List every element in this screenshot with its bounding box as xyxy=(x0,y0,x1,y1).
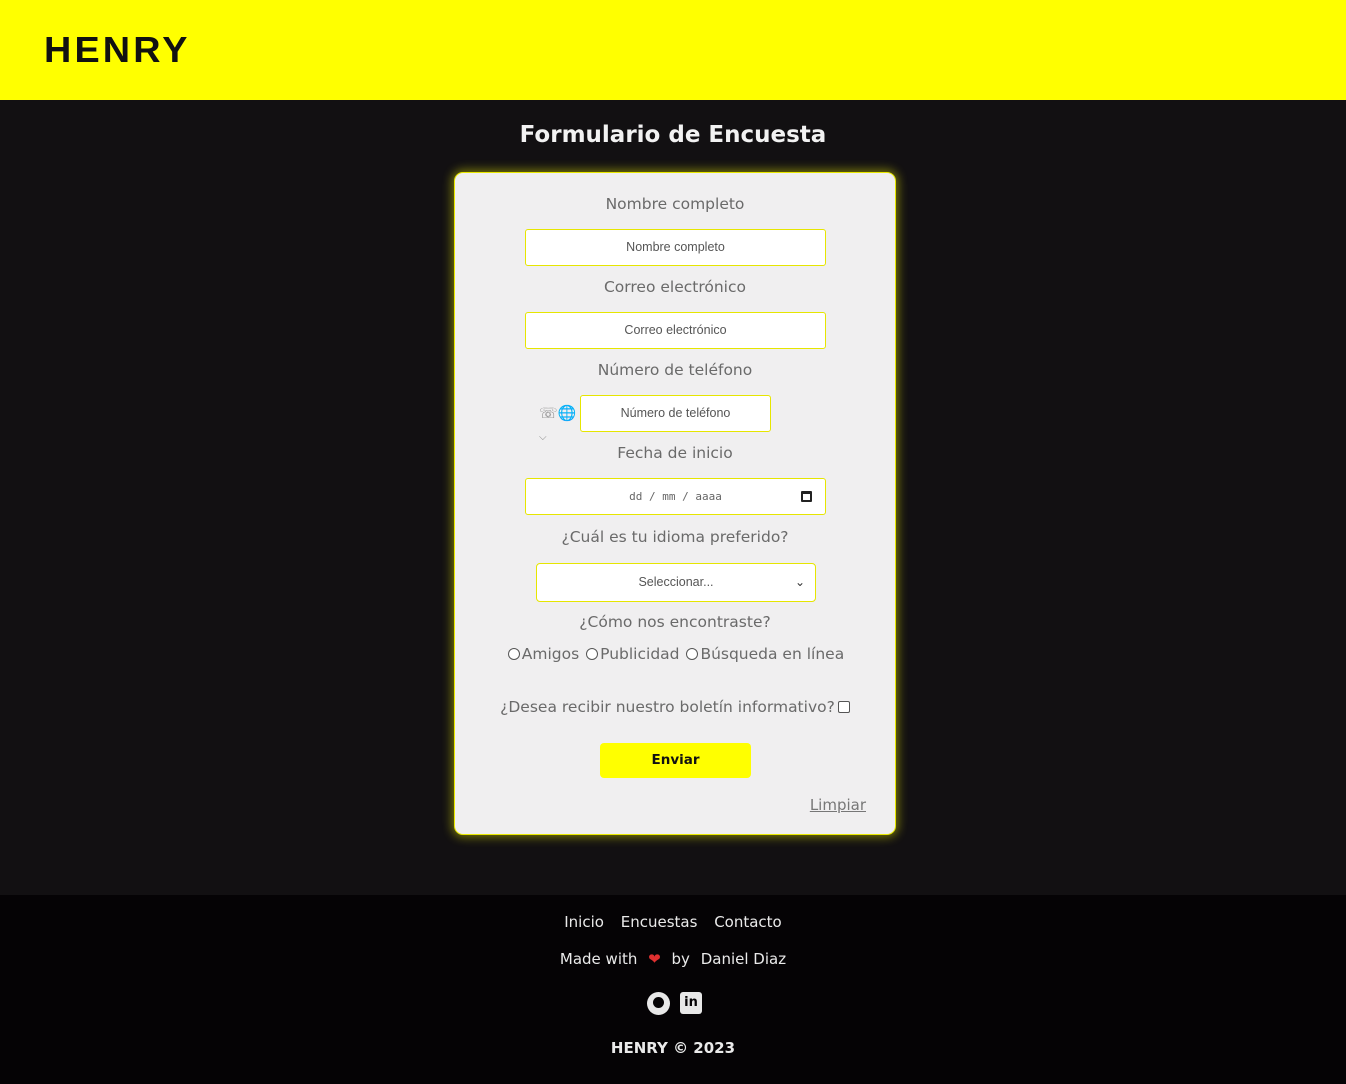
source-label: ¿Cómo nos encontraste? xyxy=(579,613,771,631)
date-placeholder: dd / mm / aaaa xyxy=(629,490,722,503)
radio-search[interactable] xyxy=(686,648,699,660)
social-icons: in xyxy=(647,992,707,1016)
heart-icon: ❤ xyxy=(648,950,661,968)
copyright: HENRY © 2023 xyxy=(610,1039,736,1057)
clear-link[interactable]: Limpiar xyxy=(810,796,866,814)
footer-link-encuestas[interactable]: Encuestas xyxy=(621,913,698,931)
phone-field: ☏🌐 ⌵ Número de teléfono xyxy=(539,395,771,443)
radio-friends-label: Amigos xyxy=(521,645,580,663)
footer-nav: Inicio Encuestas Contacto xyxy=(0,913,1346,931)
footer-link-inicio[interactable]: Inicio xyxy=(564,913,604,931)
footer-link-contacto[interactable]: Contacto xyxy=(714,913,782,931)
phone-input[interactable]: Número de teléfono xyxy=(580,395,771,432)
source-radio-group: Amigos Publicidad Búsqueda en línea xyxy=(455,645,895,663)
email-input[interactable]: Correo electrónico xyxy=(525,312,826,349)
date-label: Fecha de inicio xyxy=(617,444,733,462)
page-title: Formulario de Encuesta xyxy=(519,122,827,148)
language-label: ¿Cuál es tu idioma preferido? xyxy=(561,528,789,546)
footer: Inicio Encuestas Contacto Made with ❤ by… xyxy=(0,895,1346,1084)
linkedin-icon[interactable]: in xyxy=(680,992,702,1014)
radio-friends[interactable] xyxy=(507,648,520,660)
radio-ads[interactable] xyxy=(586,648,599,660)
chevron-down-icon: ⌵ xyxy=(539,432,547,443)
language-select[interactable]: Seleccionar... ⌄ xyxy=(536,563,816,602)
email-label: Correo electrónico xyxy=(603,278,746,296)
credit: Made with ❤ by Daniel Diaz xyxy=(0,950,1346,968)
name-label: Nombre completo xyxy=(605,195,745,213)
github-icon[interactable] xyxy=(647,992,670,1015)
name-input[interactable]: Nombre completo xyxy=(525,229,826,266)
country-select[interactable]: ☏🌐 ⌵ xyxy=(539,402,579,443)
date-input[interactable]: dd / mm / aaaa xyxy=(525,478,826,515)
language-selected: Seleccionar... xyxy=(638,575,714,589)
radio-search-label: Búsqueda en línea xyxy=(700,645,845,663)
newsletter-row: ¿Desea recibir nuestro boletín informati… xyxy=(455,698,895,716)
header: HENRY xyxy=(0,0,1346,100)
chevron-down-icon: ⌄ xyxy=(794,575,805,589)
radio-ads-label: Publicidad xyxy=(600,645,680,663)
survey-form: Nombre completo Nombre completo Correo e… xyxy=(454,172,896,835)
author-name: Daniel Diaz xyxy=(700,950,787,968)
by-text: by xyxy=(671,950,690,968)
phone-globe-icon: ☏🌐 xyxy=(539,404,577,422)
phone-label: Número de teléfono xyxy=(597,361,753,379)
newsletter-checkbox[interactable] xyxy=(837,701,850,713)
made-with-text: Made with xyxy=(559,950,638,968)
submit-button[interactable]: Enviar xyxy=(600,743,751,778)
newsletter-label: ¿Desea recibir nuestro boletín informati… xyxy=(500,698,835,716)
henry-logo[interactable]: HENRY xyxy=(44,32,191,68)
calendar-icon[interactable] xyxy=(801,491,812,502)
